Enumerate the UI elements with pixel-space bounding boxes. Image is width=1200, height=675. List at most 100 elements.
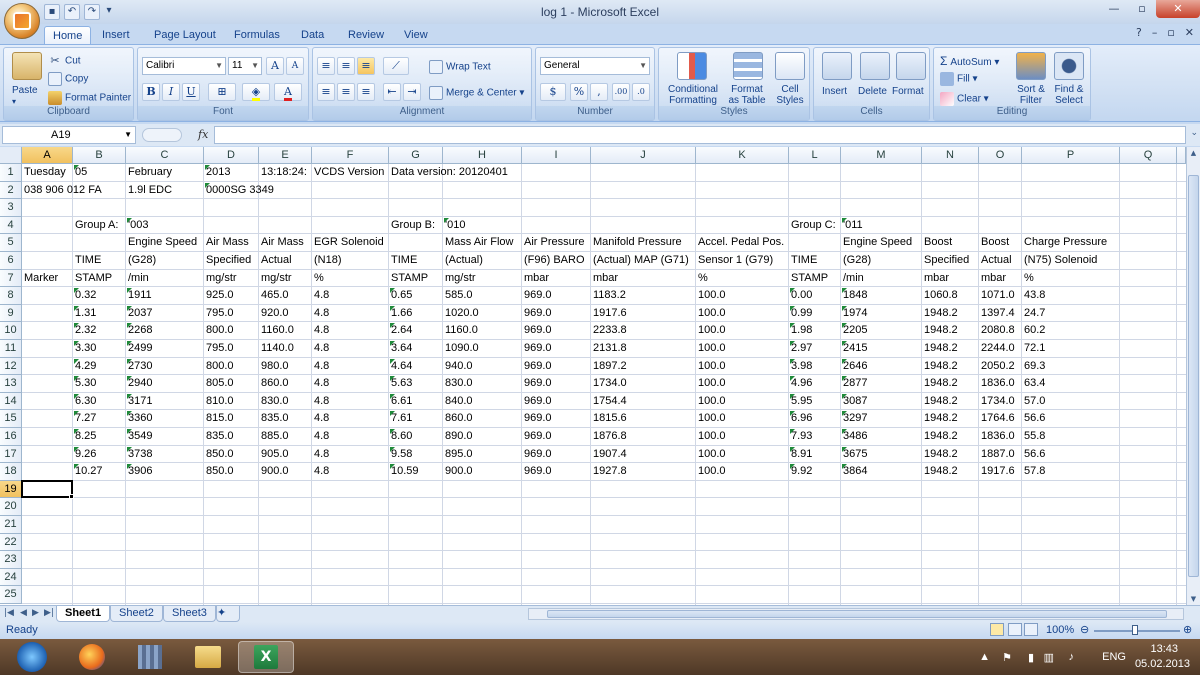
tab-data[interactable]: Data [293,26,332,44]
cell-d16[interactable]: 835.0 [204,428,234,445]
cell-k17[interactable]: 100.0 [696,446,726,463]
column-header-l[interactable]: L [789,147,841,164]
cell-e8[interactable]: 465.0 [259,287,289,304]
cell-f15[interactable]: 4.8 [312,410,329,427]
cell-e10[interactable]: 1160.0 [259,322,294,339]
decrease-decimal-button[interactable]: .0 [632,83,650,101]
cell-d2[interactable]: 0000SG 3349 [204,182,274,199]
zoom-out-icon[interactable]: ⊖ [1080,623,1089,636]
cell-d17[interactable]: 850.0 [204,446,234,463]
cell-f5[interactable]: EGR Solenoid [312,234,384,251]
cell-i17[interactable]: 969.0 [522,446,552,463]
paste-icon[interactable] [12,52,42,80]
cell-styles-button[interactable]: Cell Styles [771,84,809,106]
cell-n14[interactable]: 1948.2 [922,393,958,410]
insert-cells-button[interactable]: Insert [822,86,847,97]
cell-i14[interactable]: 969.0 [522,393,552,410]
cell-j13[interactable]: 1734.0 [591,375,627,392]
align-middle-icon[interactable]: ≡ [337,57,355,75]
cut-button[interactable]: ✂ Cut [48,54,80,68]
cell-p9[interactable]: 24.7 [1022,305,1045,322]
cell-h17[interactable]: 895.0 [443,446,473,463]
cell-o15[interactable]: 1764.6 [979,410,1015,427]
clear-button[interactable]: Clear ▾ [940,92,989,106]
row-header-7[interactable]: 7 [0,269,22,288]
cell-g4[interactable]: Group B: [389,217,435,234]
cell-l4[interactable]: Group C: [789,217,836,234]
cell-d15[interactable]: 815.0 [204,410,234,427]
fill-color-button[interactable]: ◈ [242,83,270,101]
cell-k15[interactable]: 100.0 [696,410,726,427]
font-size-combo[interactable]: 11 ▼ [228,57,262,75]
cell-e18[interactable]: 900.0 [259,463,289,480]
cell-g1[interactable]: Data version: 20120401 [389,164,508,181]
row-header-10[interactable]: 10 [0,322,22,340]
cell-h6[interactable]: (Actual) [443,252,483,269]
fill-handle[interactable] [69,494,74,500]
cell-d9[interactable]: 795.0 [204,305,234,322]
delete-cells-button[interactable]: Delete [858,86,887,97]
cell-styles-icon[interactable] [775,52,805,80]
align-bottom-icon[interactable]: ≡ [357,57,375,75]
cell-k8[interactable]: 100.0 [696,287,726,304]
find-select-button[interactable]: Find & Select [1050,84,1088,106]
cell-p18[interactable]: 57.8 [1022,463,1045,480]
column-header-j[interactable]: J [591,147,696,164]
cell-c7[interactable]: /min [126,270,149,287]
cell-h8[interactable]: 585.0 [443,287,473,304]
cell-k12[interactable]: 100.0 [696,358,726,375]
cell-c6[interactable]: (G28) [126,252,156,269]
cell-i11[interactable]: 969.0 [522,340,552,357]
cell-j6[interactable]: (Actual) MAP (G71) [591,252,689,269]
row-header-1[interactable]: 1 [0,164,22,182]
cell-b4[interactable]: Group A: [73,217,118,234]
selected-cell-outline[interactable] [21,479,73,499]
row-header-25[interactable]: 25 [0,586,22,604]
row-header-21[interactable]: 21 [0,516,22,534]
format-painter-button[interactable]: Format Painter [48,91,131,105]
row-header-4[interactable]: 4 [0,216,22,235]
cell-p10[interactable]: 60.2 [1022,322,1045,339]
cell-n7[interactable]: mbar [922,270,949,287]
conditional-formatting-button[interactable]: Conditional Formatting [665,84,721,106]
cell-o10[interactable]: 2080.8 [979,322,1015,339]
cell-d13[interactable]: 805.0 [204,375,234,392]
copy-button[interactable]: Copy [48,72,88,86]
row-header-2[interactable]: 2 [0,181,22,200]
column-header-q[interactable]: Q [1120,147,1177,164]
vertical-scroll-thumb[interactable] [1188,175,1199,577]
cell-j16[interactable]: 1876.8 [591,428,627,445]
taskbar-explorer[interactable] [180,641,236,673]
increase-indent-icon[interactable]: ⇥ [403,83,421,101]
number-format-combo[interactable]: General ▼ [540,57,650,75]
cell-n17[interactable]: 1948.2 [922,446,958,463]
sort-filter-icon[interactable] [1016,52,1046,80]
page-break-view-icon[interactable] [1024,623,1038,636]
cell-f18[interactable]: 4.8 [312,463,329,480]
cell-c2[interactable]: 1.9l EDC [126,182,172,199]
cell-h9[interactable]: 1020.0 [443,305,479,322]
cell-h13[interactable]: 830.0 [443,375,473,392]
cell-o17[interactable]: 1887.0 [979,446,1015,463]
row-header-11[interactable]: 11 [0,340,22,358]
cell-o18[interactable]: 1917.6 [979,463,1015,480]
cell-j5[interactable]: Manifold Pressure [591,234,682,251]
spreadsheet-grid[interactable]: A B C D E F G H I J K L M N O P Q 1 2 3 4 5 6 7 8 9 10 11 12 13 14 15 16… [0,147,1186,605]
zoom-level[interactable]: 100% [1046,624,1074,636]
insert-sheet-icon[interactable]: ✦ [216,606,240,622]
cell-c5[interactable]: Engine Speed [126,234,197,251]
cell-h10[interactable]: 1160.0 [443,322,478,339]
fill-button[interactable]: Fill ▾ [940,72,978,86]
format-cells-icon[interactable] [896,52,926,80]
cell-n8[interactable]: 1060.8 [922,287,958,304]
cell-o14[interactable]: 1734.0 [979,393,1015,410]
column-header-p[interactable]: P [1022,147,1120,164]
cell-j15[interactable]: 1815.6 [591,410,627,427]
cell-f13[interactable]: 4.8 [312,375,329,392]
flag-icon[interactable]: ⚑ [1002,651,1012,664]
zoom-slider-thumb[interactable] [1132,625,1138,635]
cell-n5[interactable]: Boost [922,234,952,251]
binoculars-icon[interactable] [1054,52,1084,80]
cell-i6[interactable]: (F96) BARO [522,252,585,269]
cell-o8[interactable]: 1071.0 [979,287,1015,304]
